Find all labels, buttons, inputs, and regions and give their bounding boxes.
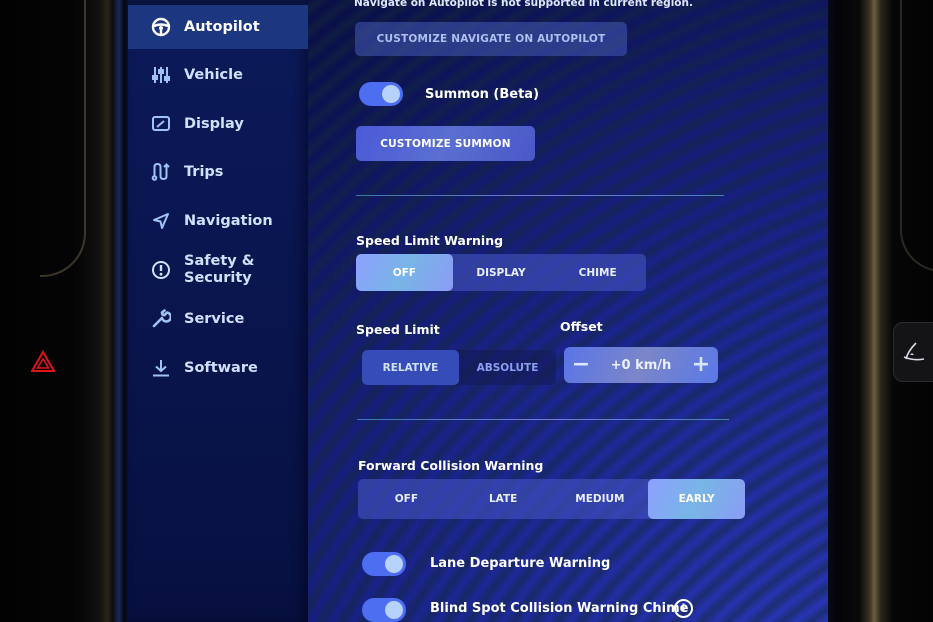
summon-label: Summon (Beta) — [425, 87, 540, 102]
forward-collision-warning-label: Forward Collision Warning — [358, 458, 544, 473]
bezel-trim — [40, 0, 86, 277]
sidebar-item-autopilot[interactable]: Autopilot — [128, 5, 308, 49]
bezel-left — [0, 0, 128, 622]
fcw-medium[interactable]: MEDIUM — [552, 479, 649, 519]
exclamation-circle-icon — [150, 259, 172, 281]
summon-toggle[interactable] — [359, 82, 403, 106]
sidebar-item-label: Service — [184, 310, 245, 327]
sliders-icon — [150, 64, 172, 86]
sidebar-item-trips[interactable]: Trips — [128, 150, 308, 194]
sidebar-item-display[interactable]: Display — [128, 102, 308, 146]
info-icon[interactable]: i — [674, 599, 693, 618]
lane-departure-warning-toggle[interactable] — [362, 552, 406, 576]
sidebar-item-software[interactable]: Software — [128, 346, 308, 390]
display-icon — [150, 113, 172, 135]
sidebar-item-safety-security[interactable]: Safety & Security — [128, 248, 308, 292]
section-divider — [357, 419, 729, 420]
lane-departure-warning-label: Lane Departure Warning — [430, 556, 611, 571]
forward-collision-warning-selector: OFF LATE MEDIUM EARLY — [358, 479, 745, 519]
fcw-off[interactable]: OFF — [358, 479, 455, 519]
navigation-arrow-icon — [150, 210, 172, 232]
bezel-right — [828, 0, 933, 622]
fcw-early[interactable]: EARLY — [648, 479, 745, 519]
wiper-icon — [903, 342, 925, 361]
autopilot-settings-panel: Navigate on Autopilot is not supported i… — [308, 0, 828, 622]
download-icon — [150, 357, 172, 379]
speed-limit-warning-off[interactable]: OFF — [356, 254, 453, 291]
toggle-knob — [385, 555, 403, 573]
speed-limit-warning-label: Speed Limit Warning — [356, 233, 504, 248]
speed-limit-relative[interactable]: RELATIVE — [362, 350, 459, 385]
navigate-on-autopilot-note: Navigate on Autopilot is not supported i… — [354, 0, 693, 9]
speed-limit-warning-chime[interactable]: CHIME — [549, 254, 646, 291]
speed-limit-warning-display[interactable]: DISPLAY — [453, 254, 550, 291]
toggle-knob — [385, 601, 403, 619]
offset-value: +0 km/h — [610, 357, 672, 373]
offset-stepper: − +0 km/h + — [564, 347, 718, 383]
speed-limit-absolute[interactable]: ABSOLUTE — [459, 350, 556, 385]
speed-limit-warning-selector: OFF DISPLAY CHIME — [356, 254, 646, 291]
sidebar-item-navigation[interactable]: Navigation — [128, 199, 308, 243]
customize-summon-button[interactable]: CUSTOMIZE SUMMON — [356, 126, 535, 161]
toggle-knob — [382, 85, 400, 103]
speed-limit-selector: RELATIVE ABSOLUTE — [362, 350, 556, 385]
blind-spot-chime-toggle[interactable] — [362, 598, 406, 622]
sidebar-item-label: Display — [184, 115, 244, 132]
bezel-trim — [900, 0, 933, 272]
blind-spot-chime-label: Blind Spot Collision Warning Chime — [430, 601, 689, 616]
wiper-button[interactable] — [893, 322, 933, 382]
sidebar-item-label: Safety & Security — [184, 253, 255, 286]
offset-decrease-button[interactable]: − — [564, 347, 598, 383]
sidebar-item-label: Trips — [184, 163, 224, 180]
customize-navigate-on-autopilot-button[interactable]: CUSTOMIZE NAVIGATE ON AUTOPILOT — [355, 22, 627, 56]
settings-sidebar: Autopilot Vehicle Display Trips Navigati — [128, 0, 308, 622]
speed-limit-label: Speed Limit — [356, 322, 440, 337]
sidebar-item-service[interactable]: Service — [128, 297, 308, 341]
section-divider — [356, 195, 724, 196]
hazard-warning-icon[interactable] — [31, 350, 55, 374]
trips-icon — [150, 161, 172, 183]
touchscreen: Autopilot Vehicle Display Trips Navigati — [128, 0, 828, 622]
steering-wheel-icon — [150, 16, 172, 38]
sidebar-item-label: Vehicle — [184, 66, 243, 83]
wrench-icon — [150, 308, 172, 330]
sidebar-item-vehicle[interactable]: Vehicle — [128, 53, 308, 97]
fcw-late[interactable]: LATE — [455, 479, 552, 519]
sidebar-item-label: Software — [184, 359, 258, 376]
offset-label: Offset — [560, 319, 603, 334]
sidebar-item-label: Autopilot — [184, 18, 260, 35]
sidebar-item-label: Navigation — [184, 212, 273, 229]
offset-increase-button[interactable]: + — [684, 347, 718, 383]
